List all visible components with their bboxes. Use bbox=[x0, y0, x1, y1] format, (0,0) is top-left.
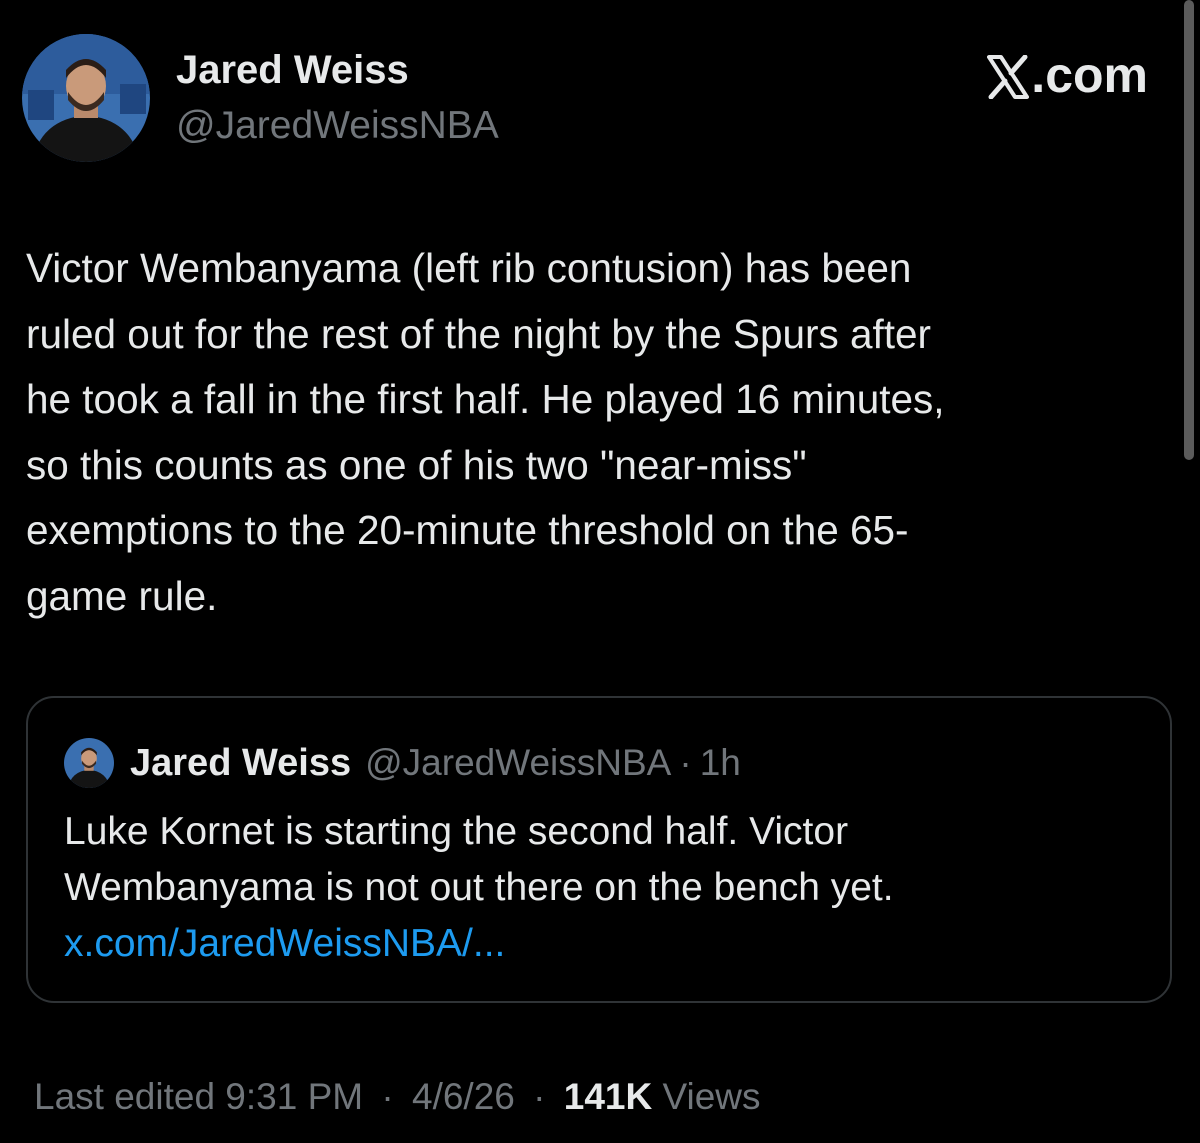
tweet-text: Victor Wembanyama (left rib contusion) h… bbox=[26, 245, 945, 619]
quoted-timestamp[interactable]: 1h bbox=[700, 742, 741, 784]
brand-label: .com bbox=[1031, 47, 1148, 103]
meta-separator: · bbox=[381, 1076, 394, 1117]
quoted-separator: · bbox=[679, 742, 692, 783]
tweet-meta: Last edited 9:31 PM · 4/6/26 · 141K View… bbox=[34, 1076, 761, 1118]
tweet-date[interactable]: 4/6/26 bbox=[412, 1076, 515, 1117]
author-display-name[interactable]: Jared Weiss bbox=[176, 48, 409, 93]
scrollbar[interactable] bbox=[1184, 0, 1194, 460]
author-avatar[interactable] bbox=[22, 34, 150, 162]
quoted-tweet-header: Jared Weiss @JaredWeissNBA · 1h bbox=[64, 738, 741, 788]
quoted-tweet-card[interactable]: Jared Weiss @JaredWeissNBA · 1h Luke Kor… bbox=[26, 696, 1172, 1003]
author-handle[interactable]: @JaredWeissNBA bbox=[176, 104, 499, 148]
x-logo-icon bbox=[987, 53, 1030, 100]
quoted-avatar-photo bbox=[64, 738, 114, 788]
quoted-author-handle[interactable]: @JaredWeissNBA bbox=[365, 742, 671, 784]
quoted-author-avatar[interactable] bbox=[64, 738, 114, 788]
quoted-author-name[interactable]: Jared Weiss bbox=[130, 742, 351, 785]
edited-timestamp[interactable]: Last edited 9:31 PM bbox=[34, 1076, 363, 1117]
views-count: 141K bbox=[563, 1076, 653, 1117]
quoted-tweet-text: Luke Kornet is starting the second half.… bbox=[64, 810, 894, 909]
x-com-brand: .com bbox=[987, 46, 1148, 104]
quoted-tweet-link[interactable]: x.com/JaredWeissNBA/... bbox=[64, 916, 505, 972]
views-label: Views bbox=[662, 1076, 761, 1117]
avatar-photo bbox=[22, 34, 150, 162]
meta-separator-2: · bbox=[533, 1076, 546, 1117]
